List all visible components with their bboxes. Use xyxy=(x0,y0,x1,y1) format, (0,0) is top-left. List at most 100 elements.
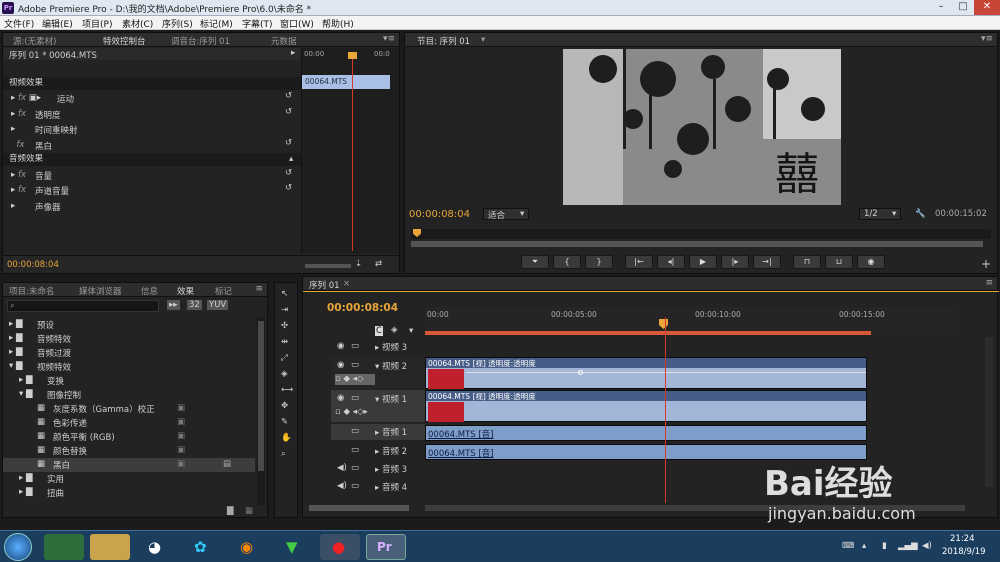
slip-tool-icon[interactable]: ⟷ xyxy=(281,385,293,395)
taskbar-app-green-icon[interactable]: ▼ xyxy=(274,534,314,560)
filter-icon[interactable]: ⇣ xyxy=(355,259,362,269)
keyframe-nav[interactable]: ▫ ◆ ◂◇▸ xyxy=(335,407,368,417)
volume-icon[interactable]: ◀) xyxy=(922,541,932,551)
slide-tool-icon[interactable]: ✥ xyxy=(281,401,288,411)
effect-mini-timeline[interactable]: 00:00 00:0 00064.MTS xyxy=(301,48,399,253)
clock-time[interactable]: 21:24 xyxy=(950,534,975,544)
tray-expand-icon[interactable]: ▴ xyxy=(862,541,866,551)
menu-title[interactable]: 字幕(T) xyxy=(242,17,273,30)
delete-icon[interactable]: ▦ xyxy=(245,506,253,516)
track-header-audio1[interactable]: ▭ ▸ 音频 1 xyxy=(331,424,425,440)
quality-dropdown[interactable]: 1/2 ▾ xyxy=(859,208,901,220)
effects-search-input[interactable]: ⌕ xyxy=(7,300,159,312)
effect-row-volume[interactable]: ▸ fx xyxy=(11,170,26,180)
track-header-video2[interactable]: ◉ ▭ ▾ 视频 2 ▫ ◆ ◂◇ xyxy=(331,357,425,389)
lift-button[interactable]: ⊓ xyxy=(793,255,821,269)
tab-effects[interactable]: 效果 xyxy=(177,285,194,297)
track-header-audio4[interactable]: ◀) ▭ ▸ 音频 4 xyxy=(331,479,425,495)
lock-icon[interactable]: ▭ xyxy=(351,426,359,436)
close-tab-icon[interactable]: × xyxy=(343,279,350,289)
effects-scrollbar[interactable] xyxy=(257,317,265,505)
audio1-clip[interactable]: 00064.MTS [音] xyxy=(425,425,867,441)
ripple-edit-tool-icon[interactable]: ✣ xyxy=(281,321,288,331)
effect-row-channel-volume[interactable]: ▸ fx xyxy=(11,185,26,195)
lock-icon[interactable]: ▭ xyxy=(351,463,359,473)
mark-out-button[interactable]: } xyxy=(585,255,613,269)
panel-menu-icon[interactable]: ▾≡ xyxy=(981,34,993,44)
timeline-zoom-slider[interactable] xyxy=(309,505,409,511)
reset-icon[interactable]: ↺ xyxy=(285,183,292,193)
tab-markers[interactable]: 标记 xyxy=(215,285,232,297)
eye-icon[interactable]: ◉ xyxy=(337,393,344,403)
rate-stretch-tool-icon[interactable]: ⤢ xyxy=(281,353,288,363)
eye-icon[interactable]: ◉ xyxy=(337,341,344,351)
keyboard-icon[interactable]: ⌨ xyxy=(842,541,854,551)
lock-icon[interactable]: ▭ xyxy=(351,445,359,455)
effect-current-time[interactable]: 00:00:08:04 xyxy=(7,260,59,270)
lock-icon[interactable]: ▭ xyxy=(351,481,359,491)
scrubber-playhead[interactable] xyxy=(413,229,421,237)
effect-row-black-white[interactable]: fx xyxy=(11,140,24,150)
effect-row-opacity[interactable]: ▸ fx xyxy=(11,109,26,119)
snap-icon[interactable]: C xyxy=(375,326,383,336)
step-forward-button[interactable]: |▸ xyxy=(721,255,749,269)
work-area-bar[interactable] xyxy=(425,331,871,335)
accelerated-effects-icon[interactable]: ▸▸ xyxy=(167,300,180,310)
battery-icon[interactable]: ▮ xyxy=(882,541,887,551)
extract-button[interactable]: ⊔ xyxy=(825,255,853,269)
taskbar-qq-icon[interactable]: ◕ xyxy=(136,534,176,560)
taskbar-app-blue-icon[interactable]: ✿ xyxy=(182,534,222,560)
video2-clip[interactable]: 00064.MTS [视] 透明度:透明度 xyxy=(425,357,867,389)
program-video-frame[interactable]: 囍 xyxy=(563,49,841,205)
keyframe-marker[interactable] xyxy=(578,370,583,375)
track-select-tool-icon[interactable]: ⇥ xyxy=(281,305,288,315)
menu-marker[interactable]: 标记(M) xyxy=(200,17,233,30)
set-encore-marker-icon[interactable]: ◈ xyxy=(391,325,398,335)
panel-menu-icon[interactable]: ▾≡ xyxy=(383,34,395,44)
panel-menu-icon[interactable]: ≡ xyxy=(985,278,993,288)
speaker-icon[interactable]: ◀) xyxy=(337,463,347,473)
yuv-effects-icon[interactable]: YUV xyxy=(207,300,229,310)
taskbar-recorder-icon[interactable]: ● xyxy=(320,534,360,560)
tab-program[interactable]: 节目: 序列 01 xyxy=(417,35,470,47)
track-header-audio2[interactable]: ▭ ▸ 音频 2 xyxy=(331,443,425,459)
reset-icon[interactable]: ↺ xyxy=(285,91,292,101)
close-button[interactable]: ✕ xyxy=(974,0,1000,15)
panel-menu-icon[interactable]: ≡ xyxy=(255,284,263,294)
track-header-audio3[interactable]: ◀) ▭ ▸ 音频 3 xyxy=(331,461,425,477)
maximize-button[interactable]: □ xyxy=(952,0,974,15)
tree-item-selected[interactable]: ▦ 黑白 ▣ ▤ xyxy=(3,458,255,472)
video1-clip[interactable]: 00064.MTS [视] 透明度:透明度 xyxy=(425,390,867,422)
fit-dropdown[interactable]: 适合 ▾ xyxy=(483,208,529,221)
mini-playhead-handle[interactable] xyxy=(348,52,357,59)
mark-in-button[interactable]: { xyxy=(553,255,581,269)
tab-project[interactable]: 项目:未命名 xyxy=(9,285,54,297)
go-to-out-button[interactable]: →| xyxy=(753,255,781,269)
eye-icon[interactable]: ◉ xyxy=(337,360,344,370)
zoom-tool-icon[interactable]: ⌕ xyxy=(281,449,286,459)
timeline-ruler[interactable]: 00:00 00:00:05:00 00:00:10:00 00:00:15:0… xyxy=(425,307,959,335)
track-header-video1[interactable]: ◉ ▭ ▾ 视频 1 ▫ ◆ ◂◇▸ xyxy=(331,390,425,422)
go-to-in-button[interactable]: |← xyxy=(625,255,653,269)
track-header-video3[interactable]: ◉ ▭ ▸ 视频 3 xyxy=(331,339,425,355)
add-marker-button[interactable]: ⏷ xyxy=(521,255,549,269)
tab-effect-controls[interactable]: 特效控制台 xyxy=(103,35,146,47)
menu-file[interactable]: 文件(F) xyxy=(4,17,34,30)
play-button[interactable]: ▶ xyxy=(689,255,717,269)
settings-wrench-icon[interactable]: 🔧 xyxy=(915,209,926,219)
taskbar-app-browser-icon[interactable] xyxy=(44,534,84,560)
speaker-icon[interactable]: ◀) xyxy=(337,481,347,491)
add-button-icon[interactable]: + xyxy=(981,257,991,271)
reset-icon[interactable]: ↺ xyxy=(285,107,292,117)
32bit-effects-icon[interactable]: 32 xyxy=(187,300,202,310)
taskbar-firefox-icon[interactable]: ◉ xyxy=(228,534,268,560)
new-folder-icon[interactable]: ▇ xyxy=(227,506,234,516)
menu-window[interactable]: 窗口(W) xyxy=(280,17,314,30)
menu-sequence[interactable]: 序列(S) xyxy=(162,17,193,30)
zoom-scrollbar[interactable] xyxy=(305,264,351,268)
effect-row-motion[interactable]: ▸ fx ▣▸ xyxy=(11,93,41,103)
opacity-rubberband[interactable] xyxy=(466,372,866,373)
sequence-dropdown-icon[interactable]: ▾ xyxy=(481,35,485,45)
pen-tool-icon[interactable]: ✎ xyxy=(281,417,288,427)
mini-clip[interactable]: 00064.MTS xyxy=(302,75,390,89)
